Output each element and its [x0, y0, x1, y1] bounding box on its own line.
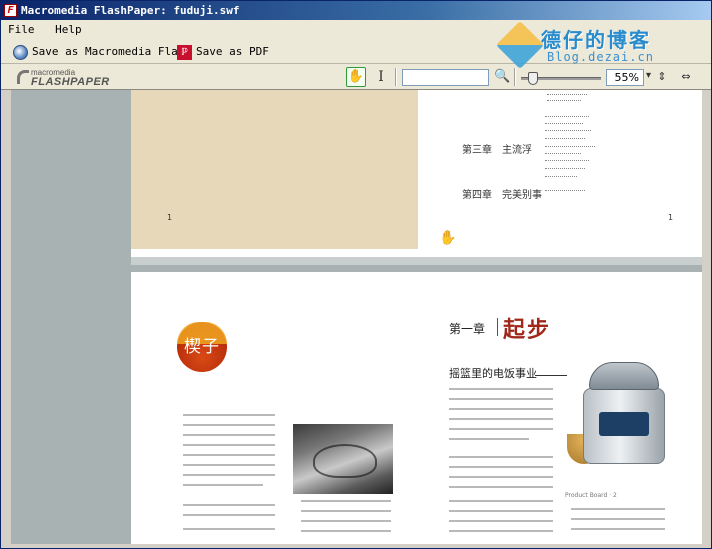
text-line: [449, 398, 553, 400]
text-line: [183, 414, 275, 416]
cooker-panel: [599, 412, 649, 436]
watermark-logo-icon: [495, 20, 545, 70]
text-select-icon[interactable]: I: [374, 68, 388, 86]
toolbar-separator: [395, 68, 397, 86]
text-line: [449, 520, 553, 522]
toc-line: [545, 176, 577, 178]
toc-line: [545, 116, 589, 118]
flashpaper-logo: macromedia FLASHPAPER: [17, 69, 110, 88]
save-as-pdf-button[interactable]: ℙ Save as PDF: [177, 43, 269, 61]
chapter-label: 第一章: [449, 322, 486, 336]
zoom-slider-thumb[interactable]: [528, 72, 538, 85]
toc-line: [545, 168, 585, 170]
menu-help[interactable]: Help: [48, 20, 89, 40]
save-as-pdf-label: Save as PDF: [196, 45, 269, 58]
text-line: [183, 464, 275, 466]
watermark-cn-text: 德仔的博客: [541, 28, 651, 52]
find-input[interactable]: [402, 69, 489, 86]
menu-file[interactable]: File: [1, 20, 42, 40]
text-line: [449, 428, 553, 430]
text-line: [183, 484, 263, 486]
toc-line: [545, 130, 591, 132]
text-line: [571, 528, 665, 530]
section-title: 摇篮里的电饭事业: [449, 367, 537, 380]
flash-icon: [13, 44, 28, 60]
text-line: [301, 500, 391, 502]
text-line: [449, 510, 553, 512]
text-line: [301, 530, 391, 532]
text-line: [449, 466, 553, 468]
toc-line: [547, 100, 581, 102]
text-line: [301, 510, 391, 512]
toc-line: [545, 146, 595, 148]
pdf-icon: ℙ: [177, 44, 192, 60]
toc-line: [545, 138, 585, 140]
watermark-en-text: Blog.dezai.cn: [547, 50, 654, 64]
toc-line: [545, 123, 583, 125]
text-line: [449, 530, 553, 532]
save-as-flash-label: Save as Macromedia Flash: [32, 45, 191, 58]
text-line: [449, 408, 553, 410]
text-line: [449, 500, 553, 502]
toc-line: [547, 94, 587, 96]
text-line: [183, 424, 275, 426]
text-line: [449, 456, 553, 458]
blog-watermark: 德仔的博客 Blog.dezai.cn: [495, 20, 703, 70]
window-title: Macromedia FlashPaper: fuduji.swf: [21, 4, 240, 17]
hand-cursor-icon: ✋: [439, 230, 457, 246]
text-line: [183, 444, 275, 446]
page-1-left-panel: 1: [131, 90, 418, 249]
text-line: [449, 476, 553, 478]
hand-tool-icon[interactable]: ✋: [346, 67, 366, 87]
zoom-dropdown-chevron-icon[interactable]: ▾: [646, 70, 651, 81]
text-line: [571, 518, 665, 520]
toc-chapter-4[interactable]: 第四章 完美别事: [462, 186, 542, 201]
toc-line: [545, 153, 581, 155]
toc-line: [545, 190, 585, 192]
text-line: [183, 434, 275, 436]
book-photo: [293, 424, 393, 494]
text-line: [449, 486, 553, 488]
photo-caption: Product Board · 2: [565, 492, 617, 499]
toc-chapter-3[interactable]: 第三章 主流浮: [462, 141, 532, 156]
text-line: [183, 454, 275, 456]
document-page-1: 1 1 第三章 主流浮 第四章 完美别事 ✋: [131, 90, 702, 265]
text-line: [183, 504, 275, 506]
page-gap: [131, 257, 702, 265]
logo-bottom-text: FLASHPAPER: [31, 76, 110, 88]
rice-cooker-photo: [567, 360, 675, 484]
text-line: [449, 438, 529, 440]
text-line: [183, 528, 275, 530]
text-line: [183, 514, 275, 516]
cooker-lid: [589, 362, 659, 390]
prologue-badge: 楔子: [177, 322, 227, 372]
document-viewport[interactable]: 1 1 第三章 主流浮 第四章 完美别事 ✋ 楔子 第一章 起步 摇篮里的电饭事…: [11, 90, 702, 544]
title-bar[interactable]: F Macromedia FlashPaper: fuduji.swf: [1, 1, 711, 20]
save-as-flash-button[interactable]: Save as Macromedia Flash: [13, 43, 191, 61]
page-1-left-number: 1: [167, 213, 173, 222]
text-line: [449, 418, 553, 420]
text-line: [571, 508, 665, 510]
zoom-value-field[interactable]: 55%: [606, 69, 644, 86]
zoom-slider[interactable]: [521, 72, 601, 85]
fit-page-icon[interactable]: ⇔: [677, 68, 695, 86]
fit-width-icon[interactable]: ⇕: [653, 68, 671, 86]
search-icon[interactable]: 🔍: [494, 68, 510, 86]
document-page-2: 楔子 第一章 起步 摇篮里的电饭事业 Product Board · 2: [131, 272, 702, 544]
app-window: F Macromedia FlashPaper: fuduji.swf File…: [0, 0, 712, 549]
text-line: [449, 388, 553, 390]
text-line: [183, 474, 275, 476]
text-line: [301, 520, 391, 522]
flashpaper-app-icon[interactable]: F: [4, 4, 17, 17]
chapter-title: 起步: [503, 317, 552, 343]
toc-line: [545, 160, 589, 162]
page-1-right-number: 1: [668, 213, 674, 222]
chapter-divider: [497, 318, 498, 336]
toolbar-separator: [514, 68, 516, 86]
macromedia-swirl-icon: [17, 70, 29, 84]
